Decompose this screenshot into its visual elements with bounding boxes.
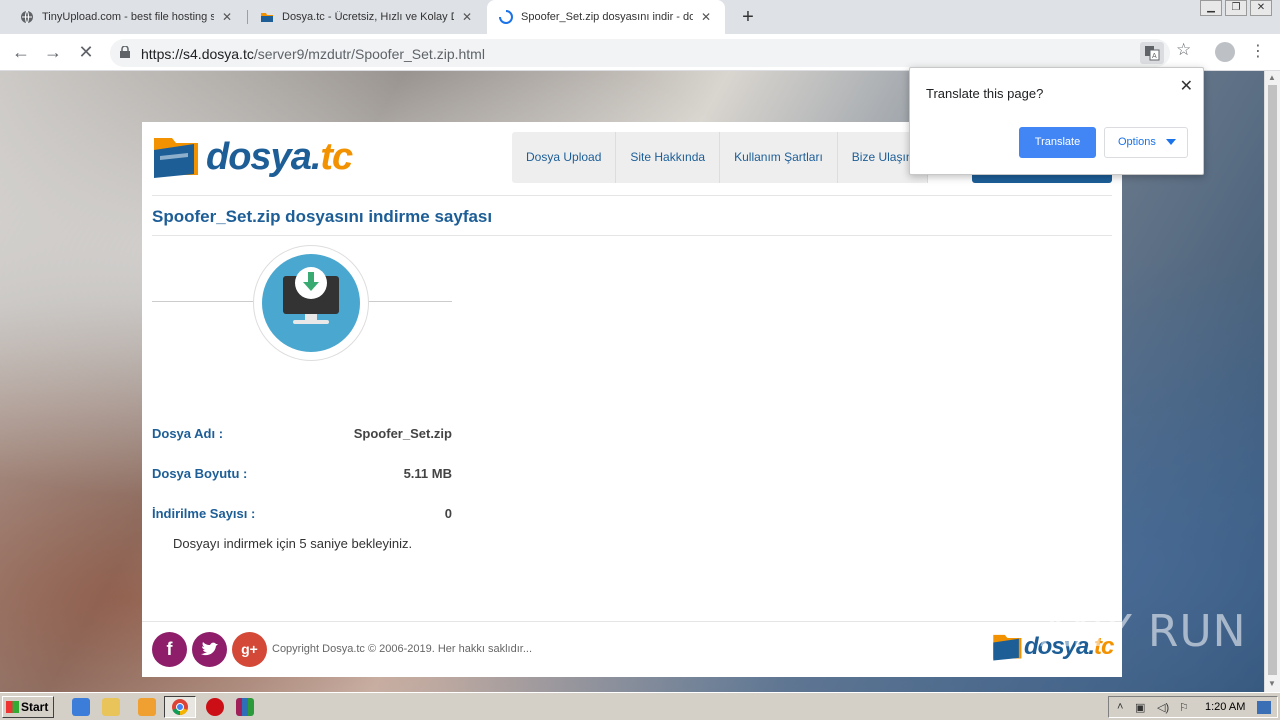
start-label: Start (21, 700, 49, 714)
nav-site-hakkinda[interactable]: Site Hakkında (616, 132, 721, 183)
new-tab-button[interactable]: + (738, 6, 758, 28)
scrollbar-thumb[interactable] (1268, 85, 1277, 675)
url-path: /server9/mzdutr/Spoofer_Set.zip.html (253, 46, 485, 62)
stop-loading-button[interactable]: ✕ (74, 40, 98, 64)
anyrun-watermark: ANY RUN (1040, 606, 1247, 657)
options-label: Options (1118, 136, 1156, 148)
back-button[interactable]: ← (9, 40, 33, 64)
forward-button[interactable]: → (41, 40, 65, 64)
tab-strip: TinyUpload.com - best file hosting solut… (0, 0, 1280, 34)
file-name-value: Spoofer_Set.zip (353, 426, 452, 441)
download-illustration (253, 245, 369, 361)
logo-text: dosya.tc (206, 135, 353, 179)
url-host: https://s4.dosya.tc (141, 46, 254, 62)
lock-icon[interactable] (120, 46, 130, 58)
download-arrow-icon (295, 267, 327, 299)
file-size-label: Dosya Boyutu : (152, 466, 248, 481)
file-name-row: Dosya Adı : Spoofer_Set.zip (152, 426, 452, 441)
tab-close-icon[interactable]: ✕ (460, 10, 474, 24)
close-icon[interactable]: ✕ (1180, 76, 1193, 96)
page-title: Spoofer_Set.zip dosyasını indirme sayfas… (152, 207, 493, 226)
download-circle (262, 254, 360, 352)
wait-countdown-text: Dosyayı indirmek için 5 saniye bekleyini… (173, 536, 413, 551)
divider (152, 235, 1112, 236)
download-count-row: İndirilme Sayısı : 0 (152, 506, 452, 521)
chrome-menu-icon[interactable]: ⋮ (1250, 42, 1266, 62)
volume-icon[interactable]: ◁) (1157, 701, 1171, 714)
page-scrollbar[interactable]: ▲ ▼ (1264, 71, 1280, 692)
file-explorer-icon[interactable] (102, 698, 120, 716)
tab-close-icon[interactable]: ✕ (699, 10, 713, 24)
site-logo[interactable]: dosya.tc (152, 134, 353, 180)
dosya-folder-logo-icon (154, 138, 198, 178)
dosya-favicon-icon (261, 13, 273, 22)
dosya-folder-logo-icon (993, 634, 1022, 661)
file-size-row: Dosya Boyutu : 5.11 MB (152, 466, 452, 481)
globe-icon (21, 10, 33, 24)
browser-toolbar: ← → ✕ https://s4.dosya.tc/server9/mzdutr… (0, 34, 1280, 71)
internet-explorer-icon[interactable] (72, 698, 90, 716)
tab-title: Spoofer_Set.zip dosyasını indir - dosya.… (521, 11, 693, 23)
start-button[interactable]: Start (2, 696, 54, 718)
divider (142, 621, 1122, 622)
facebook-icon[interactable]: f (152, 632, 187, 667)
minimize-button[interactable]: ▁ (1200, 0, 1222, 16)
address-bar[interactable]: https://s4.dosya.tc/server9/mzdutr/Spoof… (110, 39, 1170, 67)
loading-spinner-icon (499, 10, 513, 24)
tray-expand-icon[interactable]: ˄ (1117, 701, 1131, 714)
maximize-button[interactable]: ❐ (1225, 0, 1247, 16)
file-size-value: 5.11 MB (403, 466, 452, 481)
chrome-taskbar-button[interactable] (164, 696, 196, 718)
tab-close-icon[interactable]: ✕ (220, 10, 234, 24)
window-controls: ▁ ❐ ✕ (1197, 0, 1272, 16)
twitter-icon[interactable] (192, 632, 227, 667)
windows-logo-icon (6, 701, 19, 713)
media-player-icon[interactable] (138, 698, 156, 716)
tab-title: Dosya.tc - Ücretsiz, Hızlı ve Kolay Dosy… (282, 11, 454, 23)
taskbar-clock[interactable]: 1:20 AM (1205, 701, 1245, 713)
scroll-down-icon[interactable]: ▼ (1268, 679, 1276, 688)
nav-dosya-upload[interactable]: Dosya Upload (512, 132, 617, 183)
nav-kullanim-sartlari[interactable]: Kullanım Şartları (720, 132, 838, 183)
tab-dosya-home[interactable]: Dosya.tc - Ücretsiz, Hızlı ve Kolay Dosy… (248, 0, 486, 34)
file-name-label: Dosya Adı : (152, 426, 224, 441)
monitor-stand (293, 320, 329, 324)
logo-text-main: dosya. (206, 135, 321, 178)
divider (152, 195, 1112, 196)
main-nav: Dosya Upload Site Hakkında Kullanım Şart… (512, 132, 928, 183)
download-page-card: dosya.tc Dosya Upload Site Hakkında Kull… (142, 122, 1122, 677)
tab-title: TinyUpload.com - best file hosting solut… (42, 11, 214, 23)
copyright-text: Copyright Dosya.tc © 2006-2019. Her hakk… (272, 643, 533, 655)
network-icon[interactable]: ▣ (1135, 701, 1149, 714)
windows-taskbar: Start ˄ ▣ ◁) ⚐ 1:20 AM (0, 692, 1280, 720)
profile-avatar-icon[interactable] (1215, 42, 1235, 62)
tab-spoofer-download[interactable]: Spoofer_Set.zip dosyasını indir - dosya.… (487, 0, 725, 34)
url-text[interactable]: https://s4.dosya.tc/server9/mzdutr/Spoof… (141, 46, 485, 62)
download-count-value: 0 (444, 506, 452, 521)
close-window-button[interactable]: ✕ (1250, 0, 1272, 16)
tab-tinyupload[interactable]: TinyUpload.com - best file hosting solut… (8, 0, 246, 34)
winrar-icon[interactable] (236, 698, 254, 716)
action-center-flag-icon[interactable]: ⚐ (1179, 701, 1193, 714)
translate-popup: Translate this page? ✕ Translate Options (909, 67, 1204, 175)
chevron-down-icon (1166, 139, 1176, 145)
translate-icon[interactable]: A (1140, 42, 1164, 64)
system-tray: ˄ ▣ ◁) ⚐ 1:20 AM (1108, 696, 1278, 718)
logo-text-tld: tc (320, 135, 353, 178)
download-count-label: İndirilme Sayısı : (152, 506, 256, 521)
svg-text:A: A (1152, 53, 1157, 60)
options-dropdown[interactable]: Options (1104, 127, 1188, 158)
google-plus-icon[interactable]: g+ (232, 632, 267, 667)
bookmark-star-icon[interactable]: ☆ (1176, 40, 1191, 60)
chrome-icon (172, 699, 188, 716)
scroll-up-icon[interactable]: ▲ (1268, 73, 1276, 82)
opera-icon[interactable] (206, 698, 224, 716)
translate-button[interactable]: Translate (1019, 127, 1096, 158)
translate-popup-title: Translate this page? (926, 86, 1044, 101)
show-desktop-icon[interactable] (1257, 701, 1271, 714)
